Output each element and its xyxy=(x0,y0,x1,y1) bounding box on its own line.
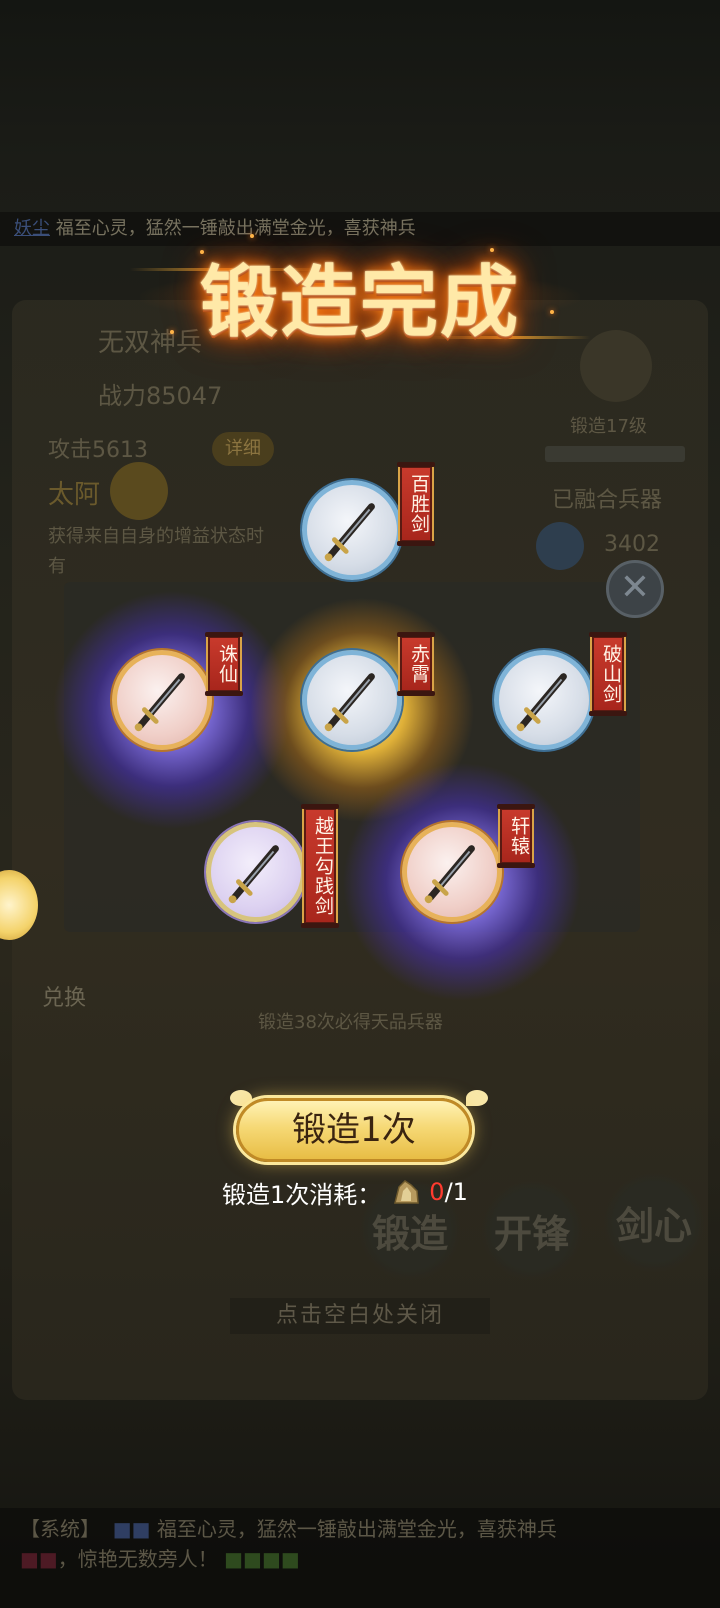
wing-ornament-right xyxy=(466,1090,488,1106)
sword-icon xyxy=(516,673,567,732)
reward-icon-frame xyxy=(112,650,212,750)
sword-icon xyxy=(424,845,475,904)
chat-message-1: 福至心灵，猛然一锤敲出满堂金光，喜获神兵 xyxy=(156,1517,557,1541)
chat-message-2: ，惊艳无数旁人！ xyxy=(57,1547,218,1571)
fused-value: 3402 xyxy=(604,532,660,557)
sword-icon xyxy=(324,503,375,562)
cost-have: 0 xyxy=(429,1178,445,1206)
ticker-player-name[interactable]: 妖尘 xyxy=(14,218,50,239)
attack-label: 攻击5613 xyxy=(48,438,148,463)
sword-icon xyxy=(134,673,185,732)
desc-line-2: 有 xyxy=(48,556,66,577)
spark xyxy=(250,234,254,238)
chat-system-tag: 【系统】 xyxy=(20,1517,100,1541)
power-label: 战力85047 xyxy=(98,382,223,410)
reward-name-tag: 轩辕 xyxy=(497,804,535,868)
tab-sharpen[interactable]: 开锋 xyxy=(482,1180,582,1280)
cost-label: 锻造1次消耗： xyxy=(222,1180,382,1209)
reward-name-tag: 破山剑 xyxy=(589,632,627,716)
reward-icon-frame xyxy=(494,650,594,750)
forge-complete-title: 锻造完成 xyxy=(130,234,590,360)
reward-item[interactable]: 轩辕 xyxy=(342,762,582,1002)
reward-name-tag: 赤霄 xyxy=(397,632,435,696)
sword-icon xyxy=(228,845,279,904)
cost-need: /1 xyxy=(444,1178,468,1206)
fused-label: 已融合兵器 xyxy=(552,488,663,513)
reward-name-tag: 百胜剑 xyxy=(397,462,435,546)
title-text: 锻造完成 xyxy=(199,257,520,348)
sword-icon xyxy=(324,673,375,732)
forge-cost: 锻造1次消耗： 0/1 xyxy=(222,1176,468,1209)
spark xyxy=(490,248,494,252)
ore-icon xyxy=(394,1180,420,1204)
guarantee-hint: 锻造38次必得天品兵器 xyxy=(258,1012,443,1033)
ticker-message: 福至心灵，猛然一锤敲出满堂金光，喜获神兵 xyxy=(55,218,416,239)
reward-icon-frame xyxy=(302,480,402,580)
exchange-button[interactable]: 兑换 xyxy=(42,980,86,1012)
chat-panel[interactable]: 【系统】 ■■ 福至心灵，猛然一锤敲出满堂金光，喜获神兵 ■■，惊艳无数旁人！ … xyxy=(0,1508,720,1608)
fused-weapon-icon xyxy=(536,522,584,570)
tab-sword-heart[interactable]: 剑心 xyxy=(604,1172,704,1272)
forge-level: 锻造17级 xyxy=(570,416,647,437)
forge-once-button[interactable]: 锻造1次 xyxy=(236,1098,472,1162)
forge-master-avatar xyxy=(580,330,652,402)
spark xyxy=(550,310,554,314)
reward-icon-frame xyxy=(302,650,402,750)
skill-icon xyxy=(110,462,168,520)
reward-name-tag: 诛仙 xyxy=(205,632,243,696)
reward-icon-frame xyxy=(206,822,306,922)
chat-line-2: ■■，惊艳无数旁人！ ■■■■ xyxy=(20,1547,300,1571)
detail-button[interactable]: 详细 xyxy=(212,432,274,466)
chat-line-1: 【系统】 ■■ 福至心灵，猛然一锤敲出满堂金光，喜获神兵 xyxy=(20,1517,557,1541)
desc-line-1: 获得来自自身的增益状态时 xyxy=(48,526,264,547)
reward-name-tag: 越王勾践剑 xyxy=(301,804,339,928)
reward-icon-frame xyxy=(402,822,502,922)
close-icon[interactable]: ✕ xyxy=(606,560,664,618)
weapon-title: 太阿 xyxy=(48,480,101,510)
spark xyxy=(200,250,204,254)
close-hint[interactable]: 点击空白处关闭 xyxy=(230,1298,490,1334)
spark xyxy=(170,330,174,334)
forge-level-bar xyxy=(545,446,685,462)
